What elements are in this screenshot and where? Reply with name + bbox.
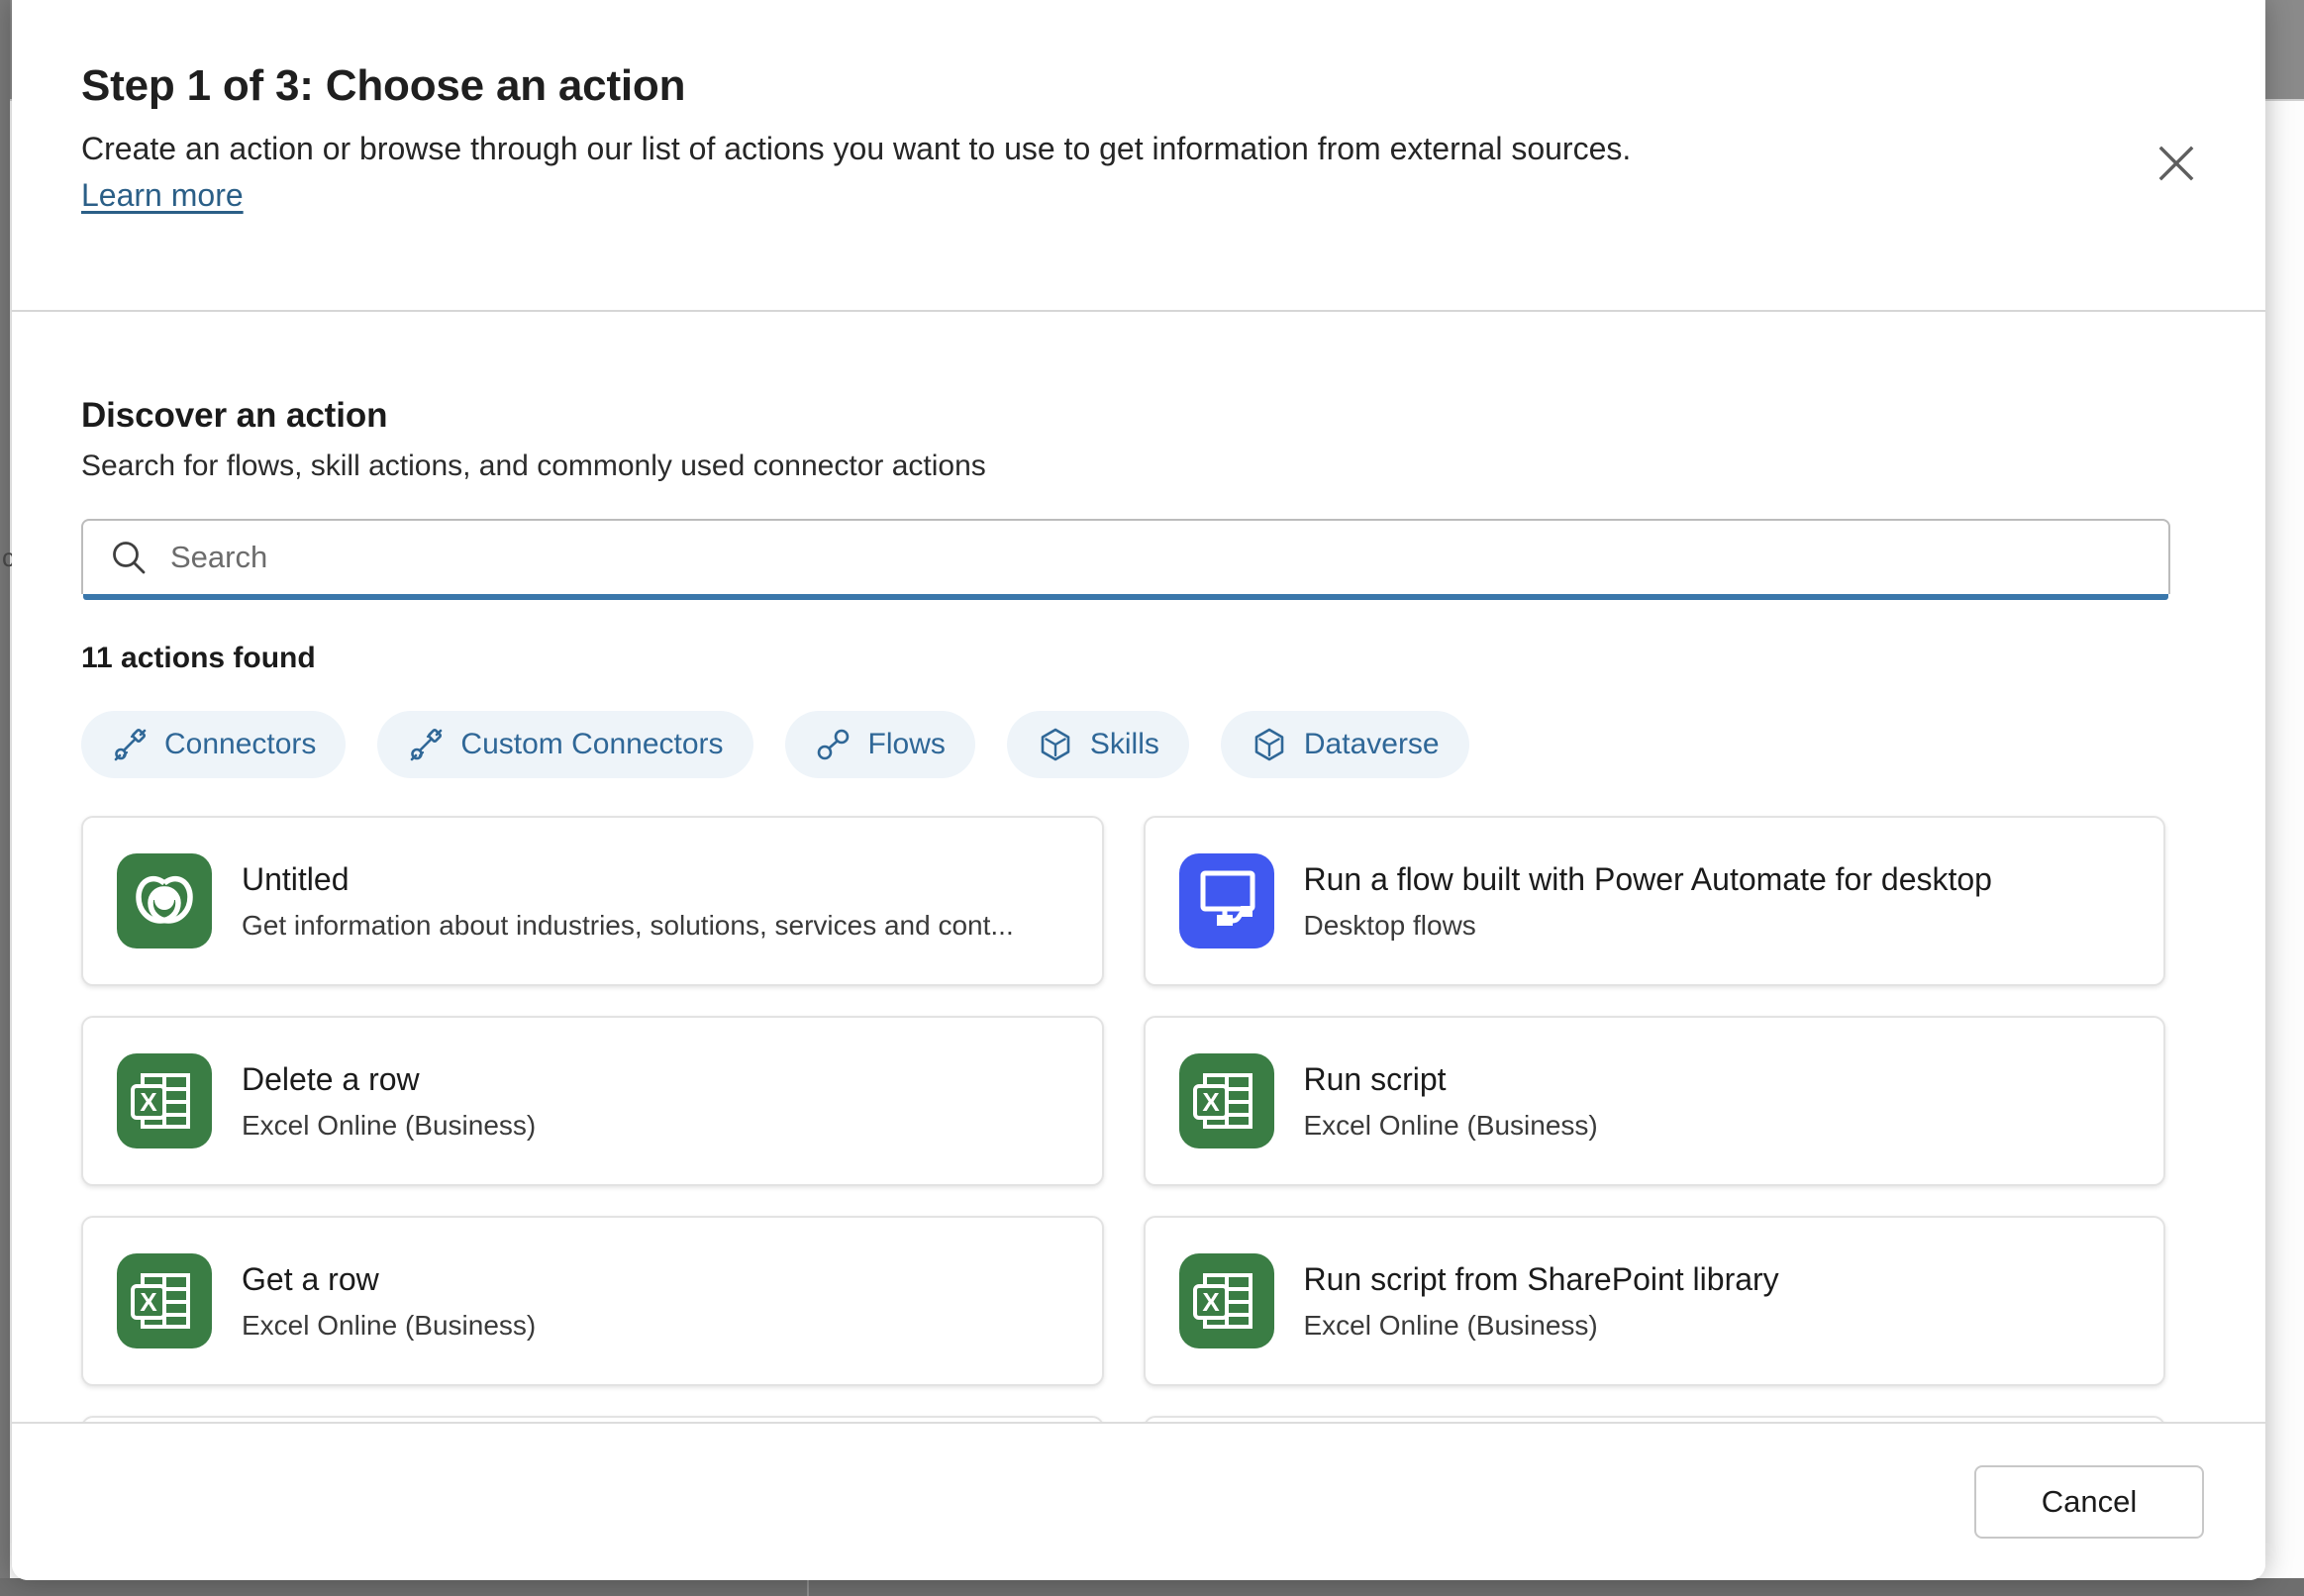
excel-icon: X bbox=[1178, 1053, 1274, 1148]
discover-subheading: Search for flows, skill actions, and com… bbox=[81, 449, 986, 482]
action-card-subtitle: Desktop flows bbox=[1303, 909, 1476, 941]
filter-chip-label: Connectors bbox=[164, 728, 317, 760]
dialog-header: Step 1 of 3: Choose an action Create an … bbox=[12, 0, 2265, 312]
cube-icon bbox=[1251, 726, 1288, 763]
action-card-subtitle: Excel Online (Business) bbox=[242, 1309, 537, 1341]
filter-chip-label: Dataverse bbox=[1303, 728, 1440, 760]
svg-text:X: X bbox=[1202, 1087, 1220, 1117]
action-card-subtitle: Excel Online (Business) bbox=[242, 1109, 537, 1141]
filter-chip-group: Connectors Custom Connectors Flows Skill… bbox=[81, 711, 2196, 778]
svg-text:X: X bbox=[140, 1287, 157, 1317]
action-card-subtitle: Excel Online (Business) bbox=[1303, 1109, 1598, 1141]
background-bottom-bar bbox=[0, 1578, 2304, 1596]
close-icon bbox=[2154, 142, 2198, 185]
flow-nodes-icon bbox=[815, 726, 852, 763]
action-card[interactable] bbox=[1143, 1416, 2165, 1422]
action-card-subtitle: Excel Online (Business) bbox=[1303, 1309, 1598, 1341]
page-title: Step 1 of 3: Choose an action bbox=[81, 61, 686, 110]
svg-text:X: X bbox=[1202, 1287, 1220, 1317]
filter-chip-label: Flows bbox=[867, 728, 946, 760]
filter-chip-flows[interactable]: Flows bbox=[784, 711, 975, 778]
dialog-subtitle: Create an action or browse through our l… bbox=[81, 130, 1632, 166]
cube-icon bbox=[1037, 726, 1074, 763]
action-card[interactable]: Untitled Get information about industrie… bbox=[81, 816, 1104, 986]
filter-chip-label: Custom Connectors bbox=[460, 728, 724, 760]
background-left-rail bbox=[0, 0, 10, 1596]
excel-icon: X bbox=[1178, 1253, 1274, 1348]
action-card[interactable]: X Run script from SharePoint library Exc… bbox=[1143, 1216, 2165, 1386]
action-card-title: Get a row bbox=[242, 1260, 379, 1297]
excel-icon: X bbox=[117, 1253, 212, 1348]
filter-chip-skills[interactable]: Skills bbox=[1006, 711, 1189, 778]
results-count: 11 actions found bbox=[81, 642, 316, 674]
swirl-logo-icon bbox=[117, 853, 212, 948]
learn-more-link[interactable]: Learn more bbox=[81, 177, 244, 214]
action-card-subtitle: Get information about industries, soluti… bbox=[242, 909, 1014, 941]
connector-plug-icon bbox=[111, 726, 149, 763]
choose-action-dialog: Step 1 of 3: Choose an action Create an … bbox=[12, 0, 2265, 1580]
discover-heading: Discover an action bbox=[81, 396, 388, 435]
search-focus-underline bbox=[83, 594, 2168, 600]
action-card-title: Run a flow built with Power Automate for… bbox=[1303, 860, 1992, 897]
desktop-flow-icon bbox=[1178, 853, 1274, 948]
cancel-button[interactable]: Cancel bbox=[1974, 1465, 2204, 1539]
filter-chip-label: Skills bbox=[1089, 728, 1159, 760]
action-card[interactable]: X Run script Excel Online (Business) bbox=[1143, 1016, 2165, 1186]
filter-chip-custom-connectors[interactable]: Custom Connectors bbox=[377, 711, 753, 778]
filter-chip-connectors[interactable]: Connectors bbox=[81, 711, 347, 778]
connector-plug-icon bbox=[407, 726, 445, 763]
excel-icon: X bbox=[117, 1053, 212, 1148]
action-card[interactable]: Run a flow built with Power Automate for… bbox=[1143, 816, 2165, 986]
dialog-body: Discover an action Search for flows, ski… bbox=[12, 312, 2265, 1422]
action-card[interactable] bbox=[81, 1416, 1104, 1422]
search-box[interactable] bbox=[81, 519, 2170, 600]
action-card[interactable]: X Get a row Excel Online (Business) bbox=[81, 1216, 1104, 1386]
svg-text:X: X bbox=[140, 1087, 157, 1117]
background-bottom-seam bbox=[807, 1578, 809, 1596]
close-button[interactable] bbox=[2145, 132, 2208, 195]
action-card-title: Run script from SharePoint library bbox=[1303, 1260, 1779, 1297]
filter-chip-dataverse[interactable]: Dataverse bbox=[1220, 711, 1469, 778]
dialog-footer: Cancel bbox=[12, 1422, 2265, 1580]
search-icon bbox=[109, 538, 149, 577]
action-card[interactable]: X Delete a row Excel Online (Business) bbox=[81, 1016, 1104, 1186]
action-card-title: Delete a row bbox=[242, 1060, 420, 1097]
search-input[interactable] bbox=[170, 540, 2143, 575]
action-card-title: Run script bbox=[1303, 1060, 1447, 1097]
action-cards-grid: Untitled Get information about industrie… bbox=[81, 816, 2165, 1422]
action-card-title: Untitled bbox=[242, 860, 350, 897]
